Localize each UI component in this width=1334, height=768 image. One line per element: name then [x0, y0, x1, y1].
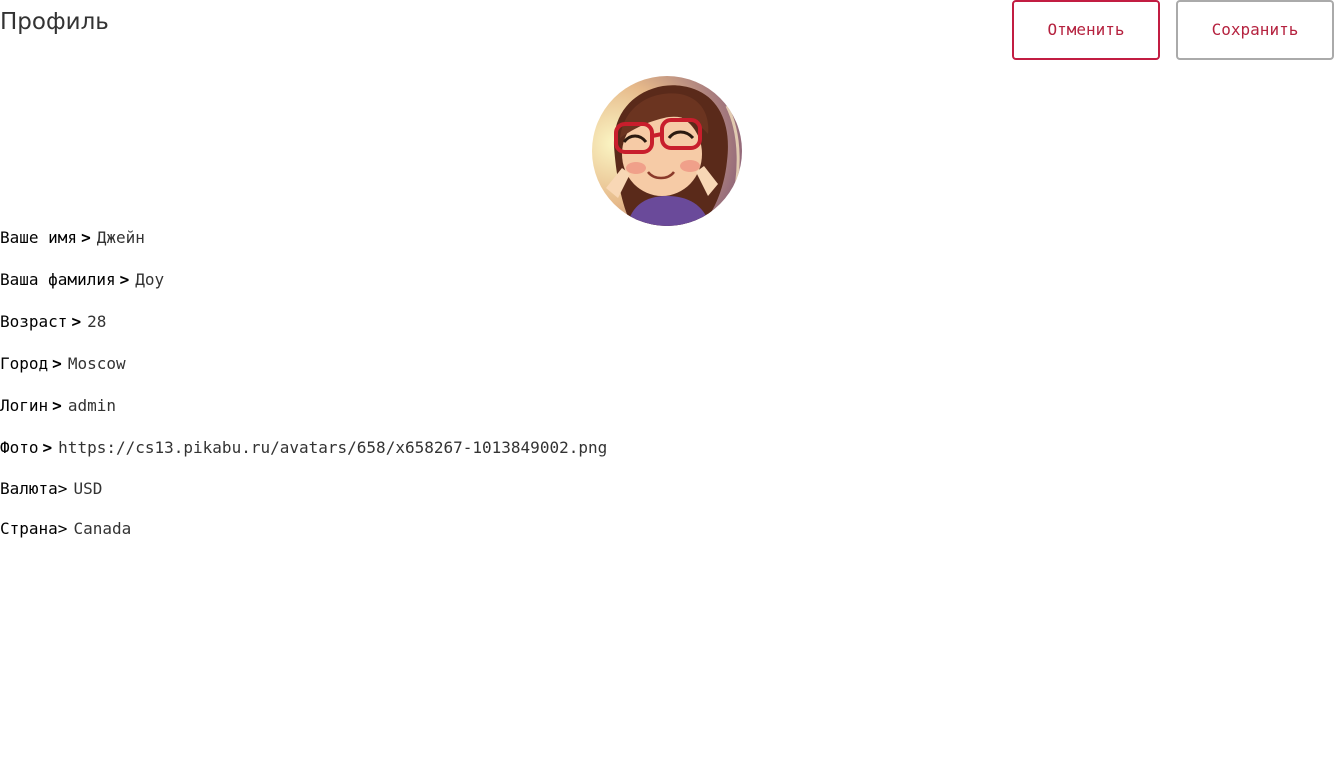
field-name-separator: >	[81, 228, 91, 247]
avatar-image	[592, 76, 742, 226]
field-photo: Фото > https://cs13.pikabu.ru/avatars/65…	[0, 436, 607, 460]
field-age-separator: >	[71, 312, 82, 331]
field-currency-label: Валюта	[0, 479, 58, 498]
field-login-label: Логин	[0, 396, 49, 415]
field-country: Страна > Canada	[0, 517, 131, 541]
field-photo-value[interactable]: https://cs13.pikabu.ru/avatars/658/x6582…	[58, 436, 607, 460]
field-age: Возраст > 28	[0, 310, 106, 334]
page-title: Профиль	[0, 9, 109, 35]
avatar	[592, 76, 742, 226]
field-country-value[interactable]: Canada	[73, 517, 131, 541]
field-surname-value[interactable]: Доу	[135, 268, 164, 292]
field-currency-separator: >	[57, 479, 68, 498]
field-login-value[interactable]: admin	[68, 394, 116, 418]
field-login: Логин > admin	[0, 394, 116, 418]
field-login-separator: >	[52, 396, 62, 415]
save-button[interactable]: Сохранить	[1176, 0, 1334, 60]
field-city: Город > Moscow	[0, 352, 126, 376]
field-photo-label: Фото	[0, 438, 39, 457]
field-name-value[interactable]: Джейн	[97, 226, 145, 250]
field-surname: Ваша фамилия > Доу	[0, 268, 164, 292]
field-city-label: Город	[0, 354, 49, 373]
field-country-label: Страна	[0, 519, 58, 538]
field-photo-separator: >	[42, 438, 53, 457]
field-age-value[interactable]: 28	[87, 310, 106, 334]
field-currency: Валюта > USD	[0, 477, 102, 501]
cancel-button[interactable]: Отменить	[1012, 0, 1160, 60]
field-name-label: Ваше имя	[0, 228, 78, 247]
field-age-label: Возраст	[0, 312, 68, 331]
field-surname-separator: >	[119, 270, 130, 289]
field-surname-label: Ваша фамилия	[0, 270, 116, 289]
field-name: Ваше имя > Джейн	[0, 226, 145, 250]
field-country-separator: >	[57, 519, 68, 538]
field-city-value[interactable]: Moscow	[68, 352, 126, 376]
field-currency-value[interactable]: USD	[73, 477, 102, 501]
field-city-separator: >	[52, 354, 62, 373]
